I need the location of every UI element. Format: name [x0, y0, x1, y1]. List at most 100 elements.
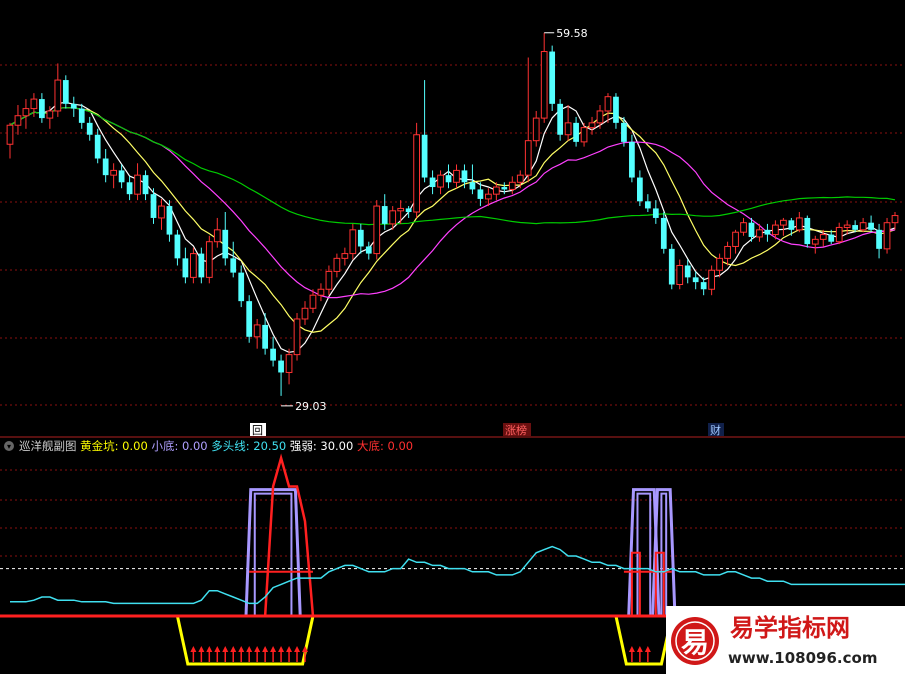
candle-body	[333, 257, 341, 272]
candle-90	[724, 241, 731, 266]
candle-81	[652, 200, 659, 224]
arrow-head	[636, 646, 643, 652]
candle-body	[549, 51, 556, 104]
candle-body	[102, 158, 109, 176]
candle-body	[540, 51, 548, 119]
candle-36	[293, 313, 301, 361]
candle-80	[644, 194, 651, 212]
candle-body	[819, 234, 827, 240]
candle-56	[453, 164, 460, 189]
candle-body	[14, 115, 22, 126]
candle-body	[205, 241, 213, 278]
golden-arrow-b-78	[628, 646, 635, 662]
candle-body	[389, 210, 397, 225]
candle-4	[39, 93, 45, 123]
candle-body	[198, 253, 205, 278]
candle-body	[604, 96, 612, 112]
candle-20	[166, 200, 173, 242]
watermark: 易 易学指标网 www.108096.com	[666, 606, 905, 674]
arrow-head	[286, 646, 293, 652]
candle-body	[413, 134, 420, 213]
candle-body	[429, 177, 436, 188]
candle-body	[158, 205, 165, 219]
candle-52	[421, 80, 428, 183]
candle-73	[588, 116, 596, 135]
candle-107	[859, 217, 867, 233]
candle-21	[174, 229, 181, 266]
candle-body	[110, 169, 118, 176]
event-marker-0: 回	[250, 423, 266, 437]
candle-body	[557, 103, 564, 135]
candle-body	[516, 174, 524, 183]
candle-63	[508, 176, 516, 195]
candle-69	[557, 99, 564, 141]
candle-body	[70, 103, 77, 109]
candle-body	[6, 124, 14, 145]
ma-line-ma60	[9, 107, 896, 226]
candle-42	[341, 247, 349, 266]
candle-19	[158, 198, 165, 230]
candle-body	[501, 187, 508, 190]
arrow-head	[214, 646, 221, 652]
candle-111	[891, 212, 899, 230]
candle-109	[876, 223, 882, 259]
candle-51	[413, 122, 420, 218]
candle-body	[262, 324, 268, 349]
candle-0	[6, 122, 14, 159]
golden-arrow-36	[294, 646, 301, 662]
indicator-field-3: 强弱: 30.00	[290, 439, 357, 453]
candle-34	[278, 354, 284, 396]
candle-74	[596, 105, 604, 129]
candle-110	[883, 217, 891, 254]
candle-body	[357, 229, 364, 247]
candle-68	[549, 45, 556, 111]
candle-65	[524, 57, 532, 183]
event-marker-text: 回	[252, 424, 263, 437]
golden-arrow-32	[262, 646, 269, 662]
arrow-head	[238, 646, 245, 652]
candle-body	[126, 182, 133, 195]
candle-body	[222, 229, 229, 259]
candle-23	[190, 247, 197, 284]
candle-92	[740, 217, 747, 236]
ma-line-ma10	[9, 107, 896, 333]
candle-32	[262, 313, 268, 355]
candle-body	[835, 226, 843, 243]
candle-body	[524, 140, 532, 176]
candle-body	[772, 224, 779, 236]
candle-body	[301, 307, 309, 320]
candle-84	[676, 259, 684, 290]
candle-body	[309, 294, 317, 309]
golden-arrow-28	[230, 646, 237, 662]
candle-55	[445, 164, 452, 189]
candle-body	[788, 220, 795, 230]
golden-arrow-27	[222, 646, 229, 662]
arrow-head	[222, 646, 229, 652]
bull-line	[10, 545, 905, 605]
golden-arrow-33	[270, 646, 277, 662]
candle-body	[795, 217, 803, 231]
moving-average-lines	[9, 101, 896, 353]
candle-body	[573, 122, 579, 142]
candle-95	[764, 223, 771, 242]
indicator-field-2: 多头线: 20.50	[211, 439, 290, 453]
candle-body	[86, 122, 93, 135]
watermark-title: 易学指标网	[730, 614, 850, 642]
candle-body	[246, 301, 253, 337]
candle-88	[708, 265, 715, 296]
candle-body	[174, 234, 181, 259]
candle-body	[238, 272, 245, 302]
candle-35	[285, 348, 293, 385]
candle-1	[14, 105, 22, 135]
candle-body	[54, 79, 62, 112]
indicator-name: 巡洋舰副图	[19, 439, 80, 453]
watermark-logo-char: 易	[681, 626, 709, 659]
candle-67	[540, 32, 548, 123]
candle-body	[596, 110, 604, 124]
candle-body	[843, 224, 851, 228]
candle-78	[629, 134, 635, 183]
candle-49	[397, 200, 405, 224]
candle-99	[795, 212, 803, 233]
candle-body	[270, 348, 276, 361]
golden-arrow-35	[286, 646, 293, 662]
